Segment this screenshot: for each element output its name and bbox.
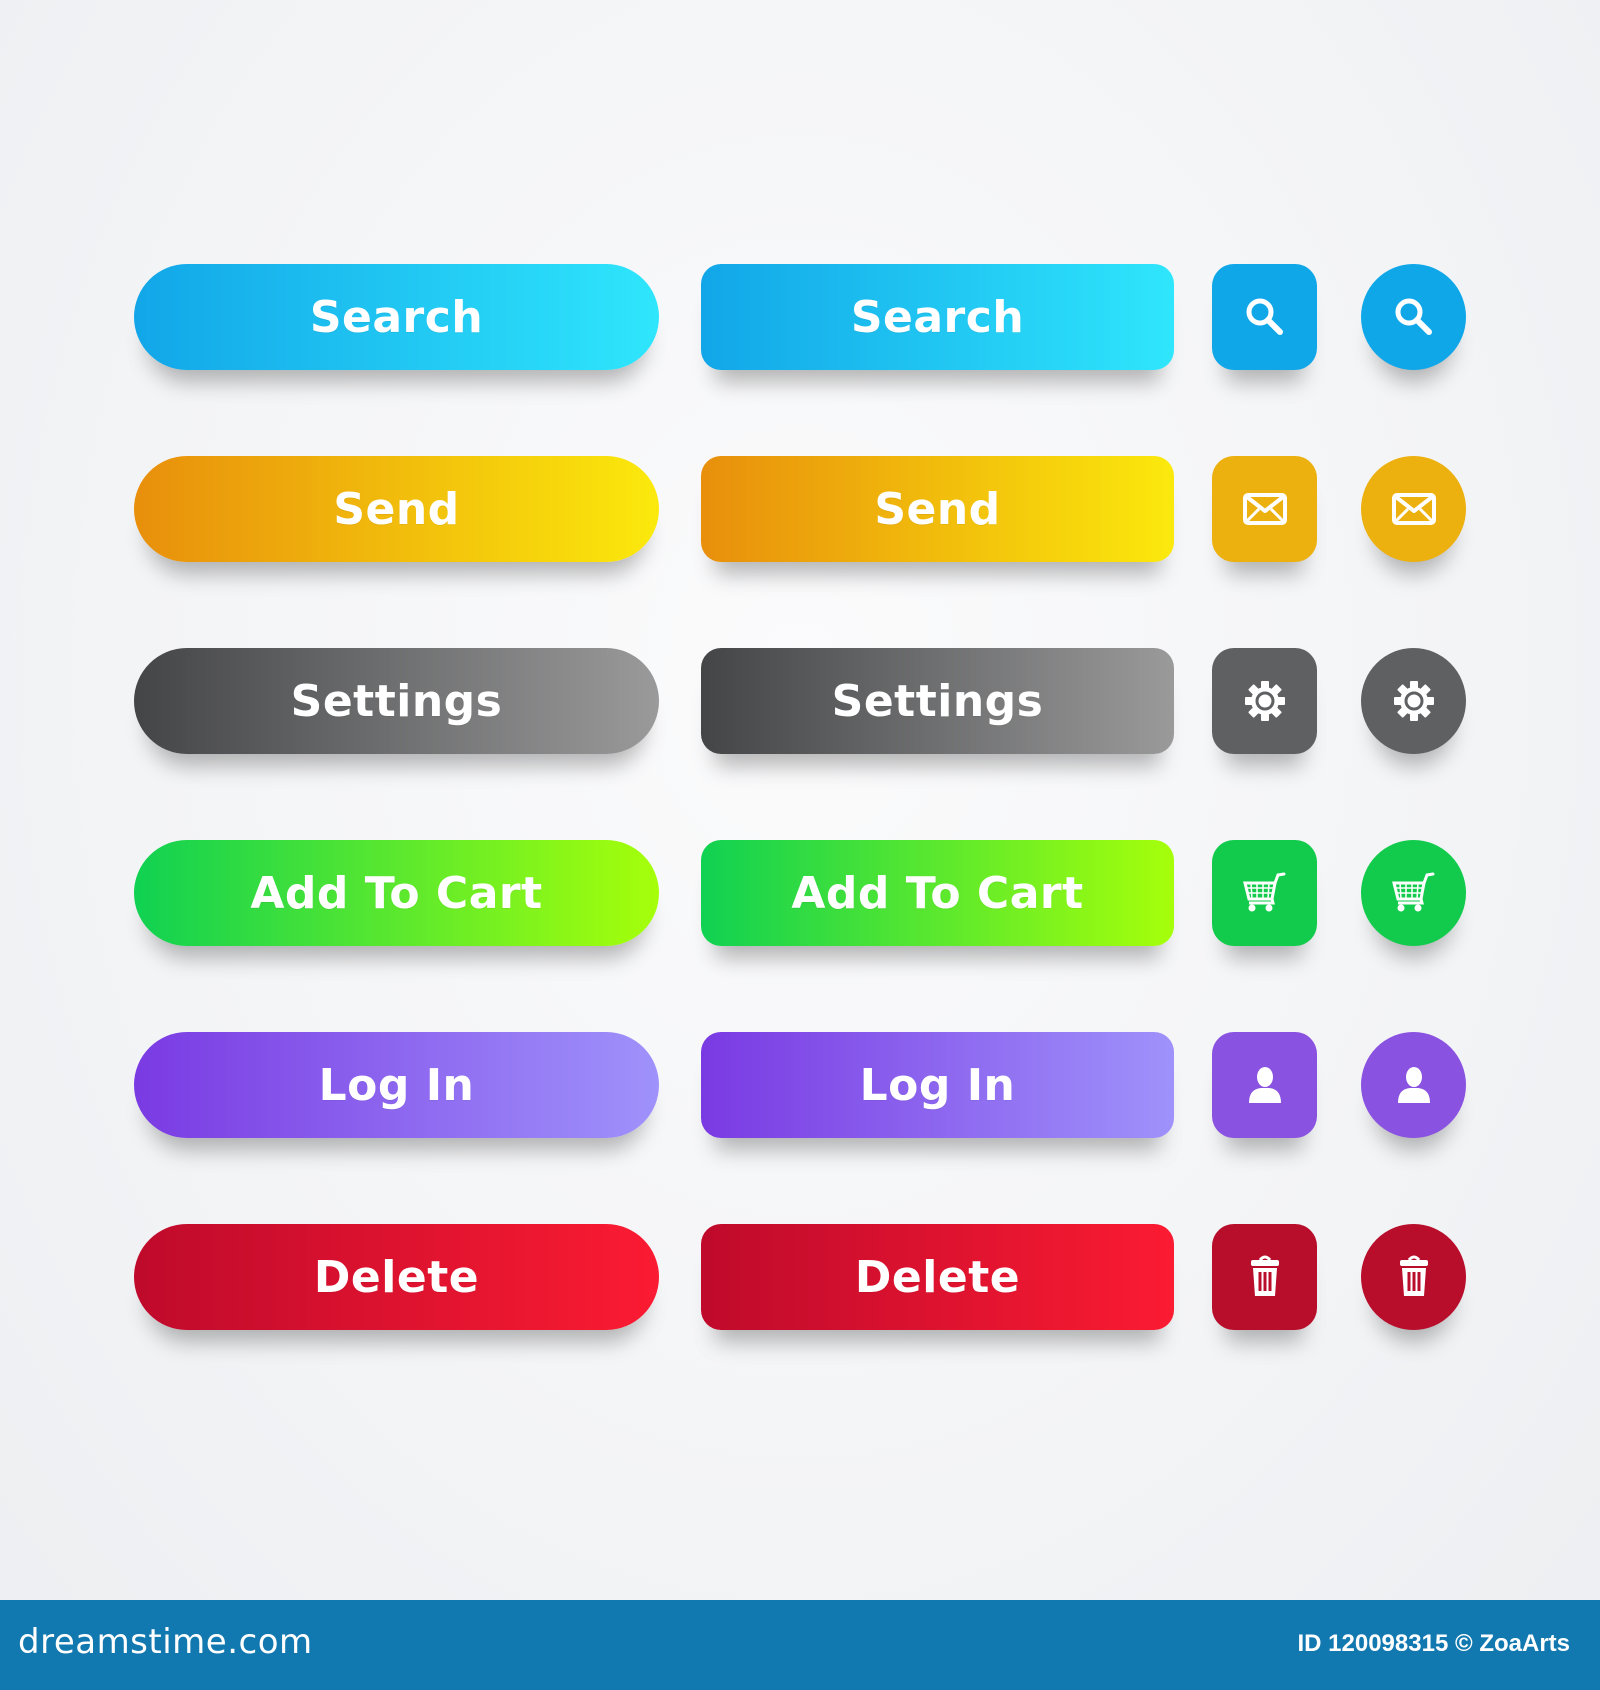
log-in-pill-button[interactable]: Log In — [134, 1032, 659, 1138]
delete-square-icon-button[interactable] — [1212, 1224, 1317, 1330]
settings-pill-button[interactable]: Settings — [134, 648, 659, 754]
image-credit: ID 120098315 © ZoaArts — [1297, 1630, 1571, 1657]
button-row-add-to-cart: Add To Cart Add To Cart — [0, 840, 1600, 946]
add-to-cart-button-label: Add To Cart — [791, 867, 1084, 919]
settings-button-label: Settings — [290, 675, 503, 727]
settings-square-icon-button[interactable] — [1212, 648, 1317, 754]
search-icon — [1239, 291, 1291, 343]
send-pill-button[interactable]: Send — [134, 456, 659, 562]
gear-icon — [1388, 675, 1440, 727]
delete-round-icon-button[interactable] — [1361, 1224, 1466, 1330]
button-row-send: Send Send — [0, 456, 1600, 562]
delete-rect-button[interactable]: Delete — [701, 1224, 1174, 1330]
trash-icon — [1239, 1251, 1291, 1303]
log-in-square-icon-button[interactable] — [1212, 1032, 1317, 1138]
log-in-rect-button[interactable]: Log In — [701, 1032, 1174, 1138]
add-to-cart-rect-button[interactable]: Add To Cart — [701, 840, 1174, 946]
search-icon — [1388, 291, 1440, 343]
settings-button-label: Settings — [831, 675, 1044, 727]
button-row-delete: Delete Delete — [0, 1224, 1600, 1330]
footer-bar: dreamstime.com ID 120098315 © ZoaArts — [0, 1600, 1600, 1690]
trash-icon — [1388, 1251, 1440, 1303]
user-icon — [1239, 1059, 1291, 1111]
dreamstime-logo[interactable]: dreamstime.com — [18, 1622, 313, 1662]
button-row-settings: Settings Settings — [0, 648, 1600, 754]
add-to-cart-round-icon-button[interactable] — [1361, 840, 1466, 946]
button-row-log-in: Log In Log In — [0, 1032, 1600, 1138]
settings-rect-button[interactable]: Settings — [701, 648, 1174, 754]
delete-button-label: Delete — [313, 1251, 480, 1303]
send-button-label: Send — [874, 483, 1001, 535]
add-to-cart-pill-button[interactable]: Add To Cart — [134, 840, 659, 946]
gear-icon — [1239, 675, 1291, 727]
cart-icon — [1239, 867, 1291, 919]
search-rect-button[interactable]: Search — [701, 264, 1174, 370]
user-icon — [1388, 1059, 1440, 1111]
send-button-label: Send — [333, 483, 460, 535]
mail-icon — [1239, 483, 1291, 535]
log-in-button-label: Log In — [859, 1059, 1016, 1111]
settings-round-icon-button[interactable] — [1361, 648, 1466, 754]
add-to-cart-square-icon-button[interactable] — [1212, 840, 1317, 946]
mail-icon — [1388, 483, 1440, 535]
delete-button-label: Delete — [854, 1251, 1021, 1303]
search-button-label: Search — [850, 291, 1025, 343]
delete-pill-button[interactable]: Delete — [134, 1224, 659, 1330]
add-to-cart-button-label: Add To Cart — [250, 867, 543, 919]
log-in-button-label: Log In — [318, 1059, 475, 1111]
button-row-search: Search Search — [0, 264, 1600, 370]
log-in-round-icon-button[interactable] — [1361, 1032, 1466, 1138]
send-round-icon-button[interactable] — [1361, 456, 1466, 562]
search-pill-button[interactable]: Search — [134, 264, 659, 370]
search-square-icon-button[interactable] — [1212, 264, 1317, 370]
search-round-icon-button[interactable] — [1361, 264, 1466, 370]
search-button-label: Search — [309, 291, 484, 343]
send-square-icon-button[interactable] — [1212, 456, 1317, 562]
send-rect-button[interactable]: Send — [701, 456, 1174, 562]
cart-icon — [1388, 867, 1440, 919]
